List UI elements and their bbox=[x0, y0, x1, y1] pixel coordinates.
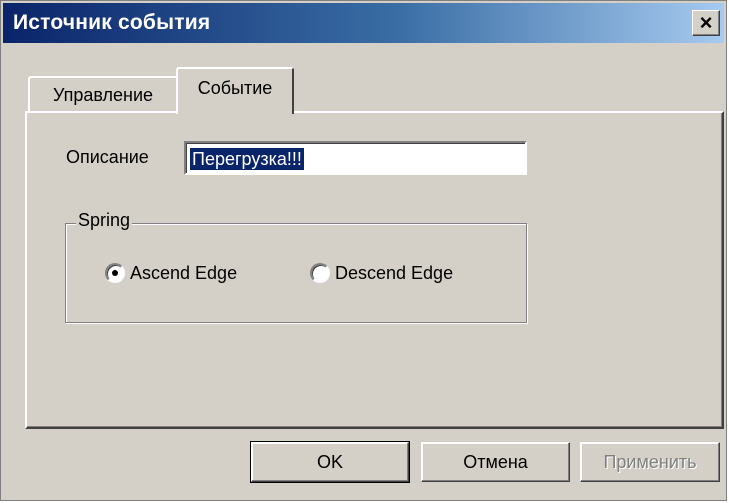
spring-groupbox: Spring Ascend Edge Descend Edge bbox=[65, 210, 527, 323]
descend-edge-radio[interactable] bbox=[310, 263, 330, 283]
radio-checked-dot bbox=[112, 270, 118, 276]
tab-label: Управление bbox=[52, 84, 154, 105]
apply-button-label: Применить bbox=[603, 451, 697, 472]
tab-panel-joint bbox=[178, 110, 292, 114]
tab-upravlenie[interactable]: Управление bbox=[28, 76, 178, 112]
cancel-button-label: Отмена bbox=[463, 451, 528, 472]
ok-button[interactable]: OK bbox=[250, 441, 410, 483]
apply-button[interactable]: Применить bbox=[580, 442, 720, 482]
tab-label: Событие bbox=[197, 78, 273, 98]
cancel-button[interactable]: Отмена bbox=[421, 442, 570, 482]
title-bar[interactable]: Источник события × bbox=[3, 3, 724, 43]
close-icon: × bbox=[699, 10, 713, 35]
ascend-edge-label[interactable]: Ascend Edge bbox=[130, 263, 237, 284]
ascend-edge-radio[interactable] bbox=[105, 263, 125, 283]
tab-sobytie[interactable]: Событие bbox=[176, 67, 294, 114]
window-title: Источник события bbox=[13, 11, 211, 34]
group-title: Spring bbox=[76, 210, 133, 231]
description-label: Описание bbox=[66, 147, 149, 167]
descend-edge-label[interactable]: Descend Edge bbox=[335, 263, 453, 284]
description-value: Перегрузка!!! bbox=[190, 148, 304, 170]
ok-button-label: OK bbox=[316, 451, 343, 472]
dialog-window: Источник события × Управление Событие Оп… bbox=[0, 0, 727, 501]
close-button[interactable]: × bbox=[692, 10, 720, 36]
description-input[interactable]: Перегрузка!!! bbox=[184, 141, 527, 175]
